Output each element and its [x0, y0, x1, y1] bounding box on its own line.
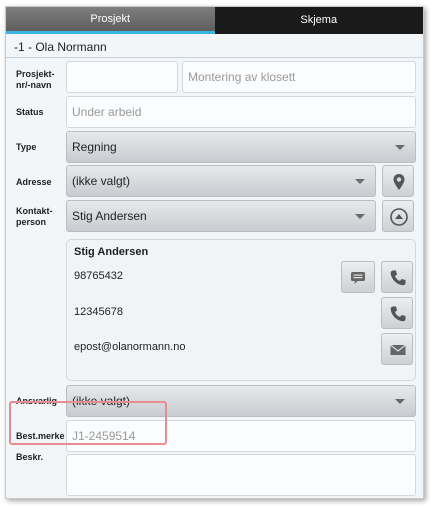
page-title: -1 - Ola Normann	[6, 34, 423, 58]
type-dropdown[interactable]: Regning	[66, 131, 416, 163]
envelope-icon	[390, 344, 406, 355]
tab-bar: Prosjekt Skjema	[6, 7, 423, 34]
tab-prosjekt[interactable]: Prosjekt	[6, 7, 215, 34]
project-name-field[interactable]: Montering av klosett	[182, 61, 416, 93]
chevron-down-icon	[355, 214, 365, 219]
chevron-down-icon	[355, 179, 365, 184]
status-label: Status	[16, 107, 44, 117]
address-dropdown[interactable]: (ikke valgt)	[66, 165, 376, 197]
contact-card: Stig Andersen 98765432 12345678 epost@ol…	[66, 239, 416, 381]
map-pin-icon	[393, 174, 405, 190]
contact-dropdown[interactable]: Stig Andersen	[66, 200, 376, 232]
phone-icon	[390, 270, 406, 286]
project-label: Prosjekt- nr/-navn	[16, 69, 55, 90]
contact-card-phone: 12345678	[74, 306, 123, 318]
contact-card-email: epost@olanormann.no	[74, 341, 186, 353]
chevron-up-circle-icon	[390, 208, 408, 226]
project-number-field[interactable]	[66, 61, 178, 93]
contact-card-mobile: 98765432	[74, 270, 123, 282]
tab-skjema[interactable]: Skjema	[214, 7, 423, 34]
sms-button[interactable]	[341, 261, 375, 293]
chevron-down-icon	[395, 145, 405, 150]
description-field[interactable]	[66, 454, 416, 496]
call-phone-button[interactable]	[381, 297, 413, 329]
email-button[interactable]	[381, 333, 413, 365]
phone-icon	[390, 306, 406, 322]
chat-bubble-icon	[351, 272, 365, 284]
app-frame: Prosjekt Skjema -1 - Ola Normann Prosjek…	[5, 6, 424, 499]
address-value: (ikke valgt)	[72, 174, 131, 188]
contact-card-name: Stig Andersen	[74, 246, 149, 258]
contact-label: Kontakt- person	[16, 206, 53, 227]
type-label: Type	[16, 142, 37, 152]
highlight-box	[9, 401, 167, 445]
address-label: Adresse	[16, 177, 52, 187]
location-button[interactable]	[382, 165, 414, 197]
collapse-contact-button[interactable]	[382, 200, 414, 232]
contact-value: Stig Andersen	[72, 209, 147, 223]
type-value: Regning	[72, 140, 117, 154]
description-label: Beskr.	[16, 452, 44, 462]
status-field[interactable]: Under arbeid	[66, 96, 416, 128]
call-mobile-button[interactable]	[381, 261, 413, 293]
chevron-down-icon	[395, 399, 405, 404]
